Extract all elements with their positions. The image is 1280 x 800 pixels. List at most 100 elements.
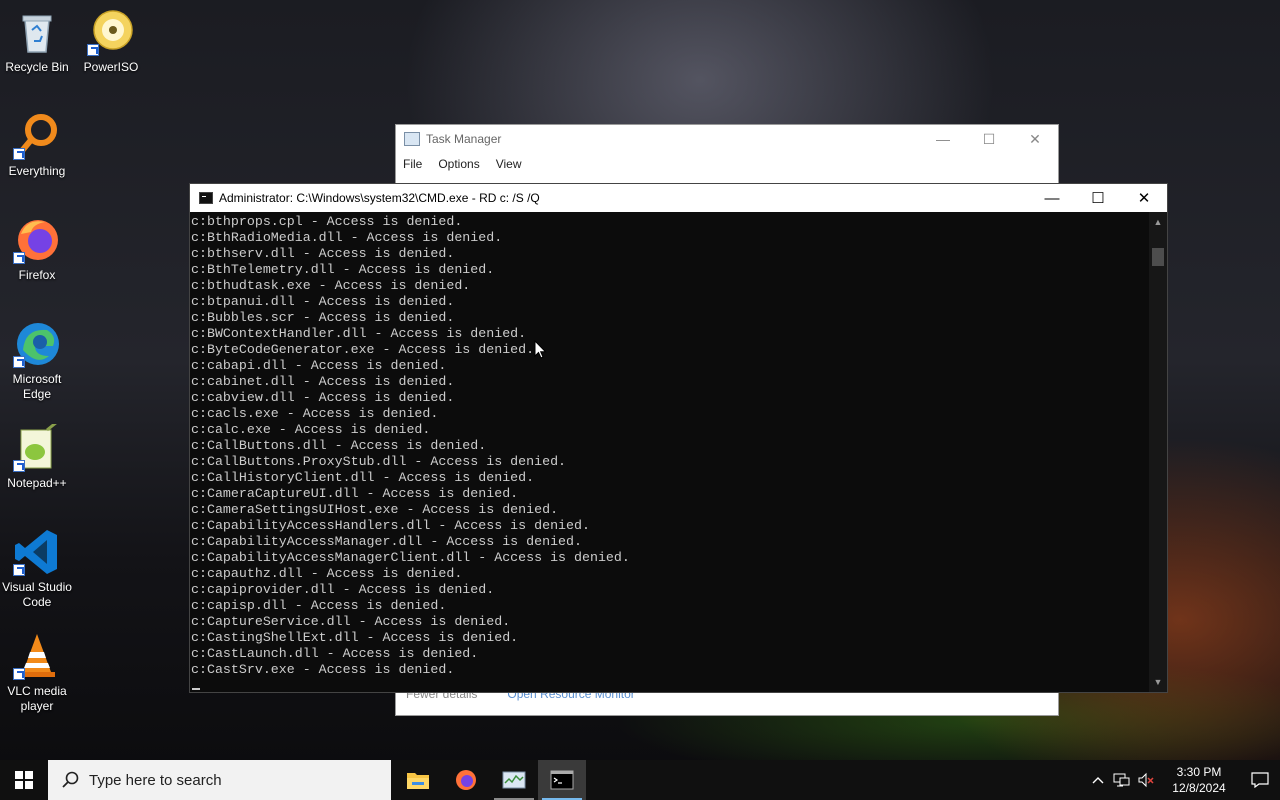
clock-date: 12/8/2024 [1172, 781, 1226, 795]
shortcut-arrow-icon [13, 252, 25, 264]
cmd-output-line: c:CallHistoryClient.dll - Access is deni… [191, 470, 535, 485]
cmd-output-line: c:BWContextHandler.dll - Access is denie… [191, 326, 527, 341]
edge-icon [13, 320, 61, 368]
cmd-output-line: c:cacls.exe - Access is denied. [191, 406, 439, 421]
close-button[interactable]: ✕ [1012, 125, 1058, 153]
notification-icon [1251, 772, 1269, 788]
cmd-output-line: c:CapabilityAccessManager.dll - Access i… [191, 534, 582, 549]
desktop-icon-everything[interactable]: Everything [0, 112, 75, 179]
cmd-output-line: c:CallButtons.dll - Access is denied. [191, 438, 487, 453]
shortcut-arrow-icon [13, 564, 25, 576]
minimize-button[interactable]: — [920, 125, 966, 153]
poweriso-icon [87, 8, 135, 56]
desktop-icon-edge[interactable]: Microsoft Edge [0, 320, 75, 402]
task-manager-icon [502, 771, 526, 789]
desktop-icon-label: VLC media player [7, 684, 67, 713]
mouse-pointer-icon [534, 340, 547, 359]
recycle-bin-icon [13, 8, 61, 56]
taskbar-search-box[interactable]: Type here to search [48, 760, 391, 800]
cmd-output-line: c:BthTelemetry.dll - Access is denied. [191, 262, 495, 277]
cmd-output-line: c:CastSrv.exe - Access is denied. [191, 662, 455, 677]
taskbar-clock[interactable]: 3:30 PM 12/8/2024 [1164, 764, 1234, 796]
taskbar-cmd[interactable] [538, 760, 586, 800]
firefox-icon [13, 216, 61, 264]
cmd-output-line: c:calc.exe - Access is denied. [191, 422, 431, 437]
cmd-output-line: c:ByteCodeGenerator.exe - Access is deni… [191, 342, 535, 357]
desktop-icon-firefox[interactable]: Firefox [0, 216, 75, 283]
cmd-output-line: c:Bubbles.scr - Access is denied. [191, 310, 455, 325]
network-icon[interactable] [1110, 760, 1134, 800]
shortcut-arrow-icon [13, 148, 25, 160]
task-manager-menubar: File Options View [396, 153, 1058, 175]
desktop-icon-label: Recycle Bin [5, 60, 69, 74]
cmd-title: Administrator: C:\Windows\system32\CMD.e… [219, 191, 540, 205]
scroll-down-icon[interactable]: ▼ [1149, 674, 1167, 690]
cmd-output-line: c:capauthz.dll - Access is denied. [191, 566, 463, 581]
cmd-output-line: c:CapabilityAccessHandlers.dll - Access … [191, 518, 590, 533]
cmd-output[interactable]: c:bthprops.cpl - Access is denied. c:BthR… [190, 212, 1149, 692]
menu-file[interactable]: File [403, 157, 422, 171]
desktop-icon-label: Visual Studio Code [2, 580, 72, 609]
cmd-output-line: c:CameraSettingsUIHost.exe - Access is d… [191, 502, 559, 517]
search-icon [62, 771, 79, 788]
shortcut-arrow-icon [13, 356, 25, 368]
cmd-output-line: c:CapabilityAccessManagerClient.dll - Ac… [191, 550, 630, 565]
menu-options[interactable]: Options [438, 157, 479, 171]
task-manager-icon [404, 132, 420, 146]
vlc-icon [13, 632, 61, 680]
notification-center-button[interactable] [1240, 760, 1280, 800]
desktop-icon-notepadpp[interactable]: Notepad++ [0, 420, 75, 491]
taskbar-file-explorer[interactable] [394, 760, 442, 800]
cmd-output-line: c:cabapi.dll - Access is denied. [191, 358, 447, 373]
start-button[interactable] [0, 760, 48, 800]
cmd-output-line: c:bthserv.dll - Access is denied. [191, 246, 455, 261]
file-explorer-icon [407, 773, 429, 789]
task-manager-titlebar[interactable]: Task Manager — ☐ ✕ [396, 125, 1058, 153]
cmd-output-line: c:btpanui.dll - Access is denied. [191, 294, 455, 309]
system-tray: 3:30 PM 12/8/2024 [1086, 760, 1280, 800]
desktop-icon-label: Notepad++ [7, 476, 67, 490]
cmd-output-line: c:cabinet.dll - Access is denied. [191, 374, 455, 389]
desktop-icon-label: Firefox [18, 268, 56, 282]
minimize-button[interactable]: — [1029, 184, 1075, 212]
taskbar: Type here to search 3:30 PM 12/8/2024 [0, 760, 1280, 800]
shortcut-arrow-icon [87, 44, 99, 56]
taskbar-task-manager[interactable] [490, 760, 538, 800]
desktop-icon-label: Everything [8, 164, 66, 178]
clock-time: 3:30 PM [1176, 765, 1222, 779]
cmd-output-line: c:CaptureService.dll - Access is denied. [191, 614, 511, 629]
cmd-output-line: c:cabview.dll - Access is denied. [191, 390, 455, 405]
scroll-up-icon[interactable]: ▲ [1149, 214, 1167, 230]
cmd-output-line: c:CastingShellExt.dll - Access is denied… [191, 630, 519, 645]
taskbar-firefox[interactable] [442, 760, 490, 800]
chevron-up-icon[interactable] [1086, 760, 1110, 800]
cmd-window[interactable]: Administrator: C:\Windows\system32\CMD.e… [189, 183, 1168, 693]
desktop-icon-recycle-bin[interactable]: Recycle Bin [0, 8, 75, 75]
cmd-output-line: c:capisp.dll - Access is denied. [191, 598, 447, 613]
shortcut-arrow-icon [13, 460, 25, 472]
task-manager-title: Task Manager [426, 132, 502, 146]
maximize-button[interactable]: ☐ [1075, 184, 1121, 212]
volume-muted-icon[interactable] [1134, 760, 1158, 800]
vscode-icon [13, 528, 61, 576]
firefox-icon [456, 770, 476, 790]
search-placeholder: Type here to search [89, 771, 222, 789]
notepadpp-icon [13, 420, 61, 472]
cmd-scrollbar[interactable]: ▲ ▼ [1149, 212, 1167, 692]
windows-logo-icon [15, 771, 33, 789]
menu-view[interactable]: View [496, 157, 522, 171]
text-cursor [192, 688, 200, 690]
desktop-icon-vlc[interactable]: VLC media player [0, 632, 75, 714]
cmd-icon [550, 770, 574, 790]
cmd-titlebar[interactable]: Administrator: C:\Windows\system32\CMD.e… [190, 184, 1167, 212]
cmd-output-line: c:bthprops.cpl - Access is denied. [191, 214, 463, 229]
cmd-output-line: c:bthudtask.exe - Access is denied. [191, 278, 471, 293]
close-button[interactable]: ✕ [1121, 184, 1167, 212]
cmd-output-line: c:BthRadioMedia.dll - Access is denied. [191, 230, 503, 245]
desktop-icon-poweriso[interactable]: PowerISO [73, 8, 149, 75]
scrollbar-thumb[interactable] [1152, 248, 1164, 266]
shortcut-arrow-icon [13, 668, 25, 680]
desktop-icon-vscode[interactable]: Visual Studio Code [0, 528, 75, 610]
maximize-button[interactable]: ☐ [966, 125, 1012, 153]
desktop-icon-label: Microsoft Edge [12, 372, 62, 401]
